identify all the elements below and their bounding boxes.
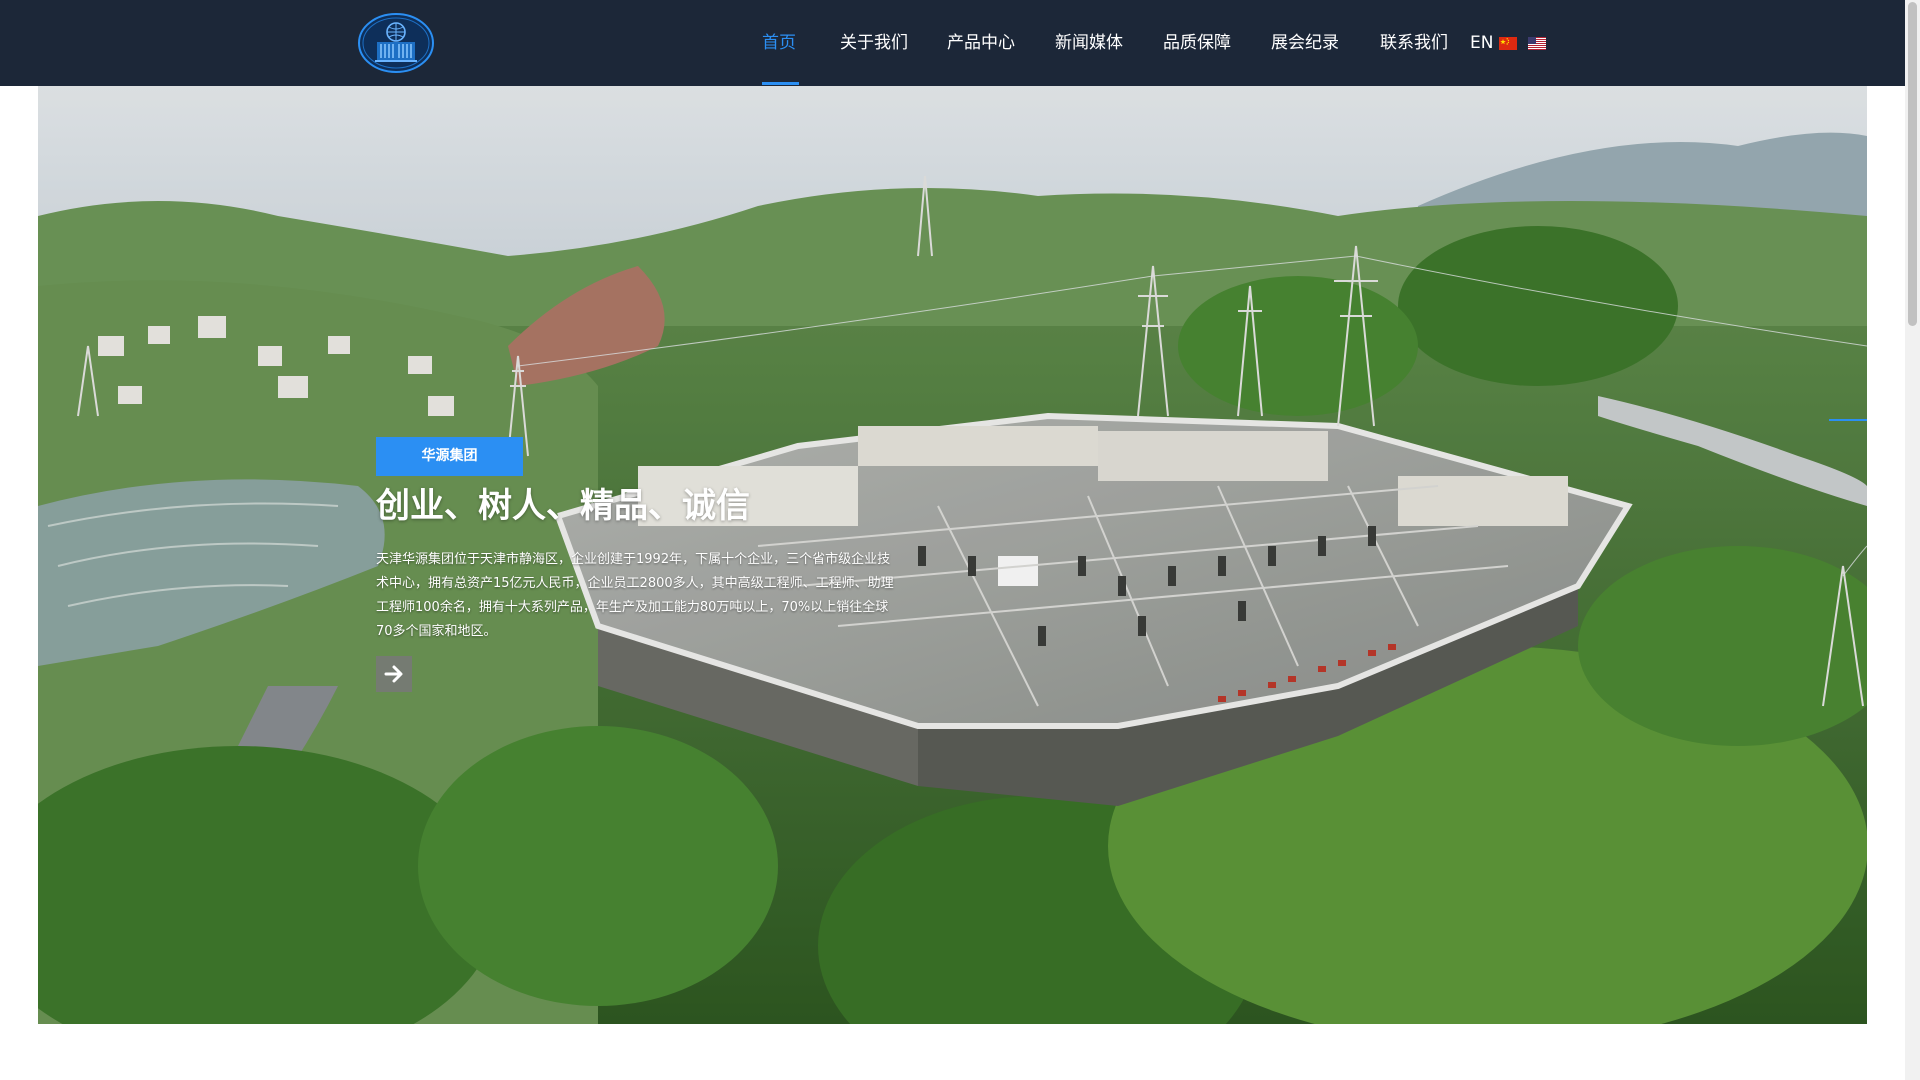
- site-header: 首页 关于我们 产品中心 新闻媒体 品质保障 展会纪录 联系我们 EN: [0, 0, 1905, 86]
- vertical-scrollbar[interactable]: [1905, 0, 1920, 1080]
- hero-banner: 华源集团 创业、树人、精品、诚信 天津华源集团位于天津市静海区，企业创建于199…: [38, 86, 1867, 1024]
- hero-description: 天津华源集团位于天津市静海区，企业创建于1992年，下属十个企业，三个省市级企业…: [376, 552, 894, 639]
- china-flag-icon[interactable]: [1499, 37, 1517, 50]
- nav-products[interactable]: 产品中心: [947, 31, 1015, 55]
- company-logo[interactable]: [357, 12, 435, 74]
- us-flag-icon[interactable]: [1528, 37, 1546, 50]
- nav-about-us[interactable]: 关于我们: [840, 31, 908, 55]
- hero-more-button[interactable]: [376, 656, 412, 692]
- nav-quality-assurance[interactable]: 品质保障: [1163, 31, 1231, 55]
- nav-news-media[interactable]: 新闻媒体: [1055, 31, 1123, 55]
- nav-exhibitions[interactable]: 展会纪录: [1271, 31, 1339, 55]
- nav-contact-us[interactable]: 联系我们: [1380, 31, 1448, 55]
- scrollbar-thumb[interactable]: [1908, 2, 1917, 326]
- substation-aerial-photo: [38, 86, 1867, 1024]
- nav-home[interactable]: 首页: [762, 31, 796, 55]
- arrow-right-icon: [384, 665, 403, 683]
- language-en-link[interactable]: EN: [1470, 31, 1493, 55]
- page: 首页 关于我们 产品中心 新闻媒体 品质保障 展会纪录 联系我们 EN 华源集团…: [0, 0, 1920, 1080]
- nav-active-indicator: [762, 82, 799, 85]
- hero-tag: 华源集团: [376, 437, 523, 476]
- hero-title: 创业、树人、精品、诚信: [376, 486, 750, 526]
- side-indicator: [1829, 419, 1867, 421]
